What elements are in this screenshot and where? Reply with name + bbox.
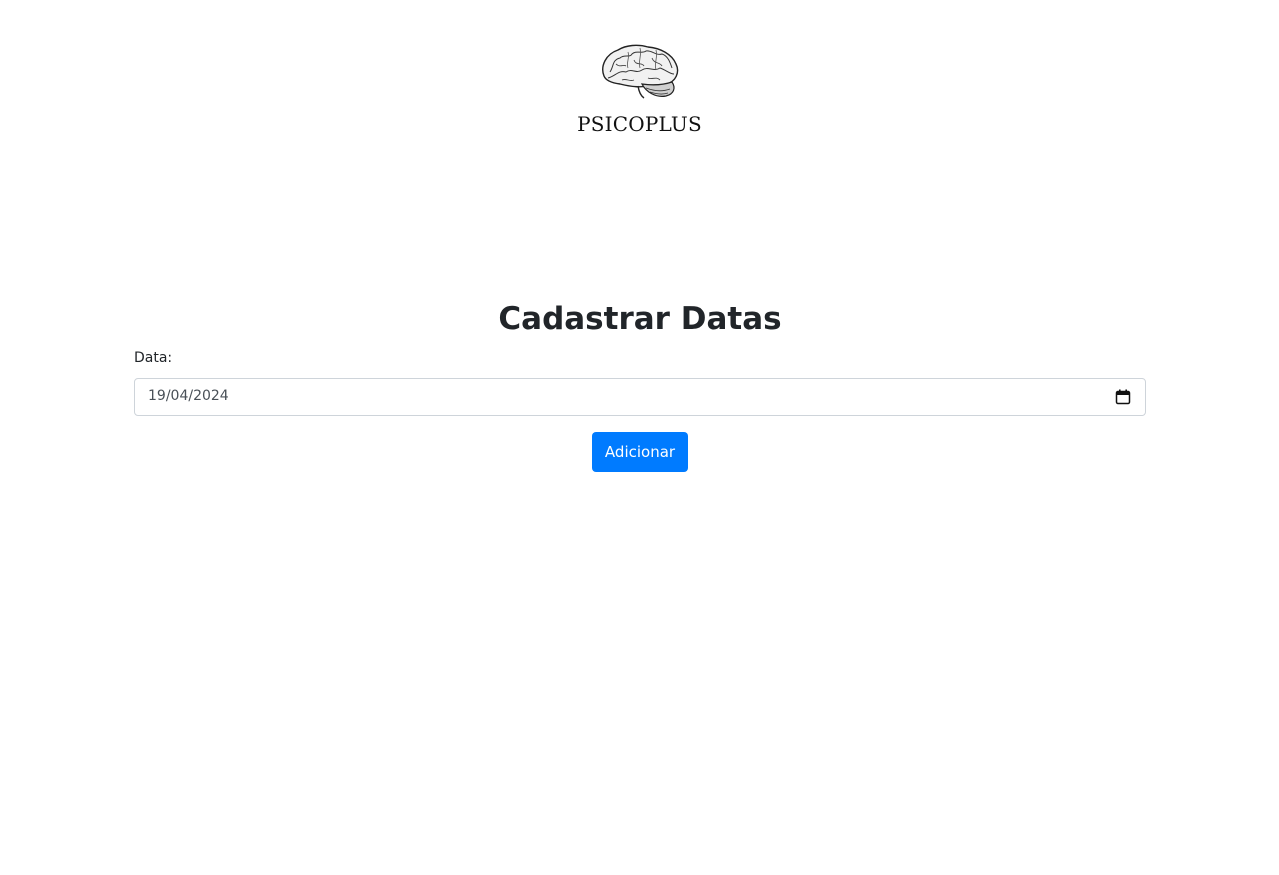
date-field-label: Data: <box>134 350 173 366</box>
date-registration-form: Cadastrar Datas Data: 19/04/2024 Adicion… <box>134 296 1146 472</box>
calendar-icon[interactable] <box>1115 389 1131 405</box>
page-title: Cadastrar Datas <box>498 301 782 337</box>
date-input-value[interactable]: 19/04/2024 <box>148 388 229 404</box>
header: PSICOPLUS <box>0 0 1279 160</box>
add-button[interactable]: Adicionar <box>591 432 689 472</box>
brand-name: PSICOPLUS <box>577 112 702 136</box>
date-input[interactable]: 19/04/2024 <box>134 378 1146 416</box>
brain-icon <box>598 42 682 100</box>
button-row: Adicionar <box>134 432 1146 472</box>
